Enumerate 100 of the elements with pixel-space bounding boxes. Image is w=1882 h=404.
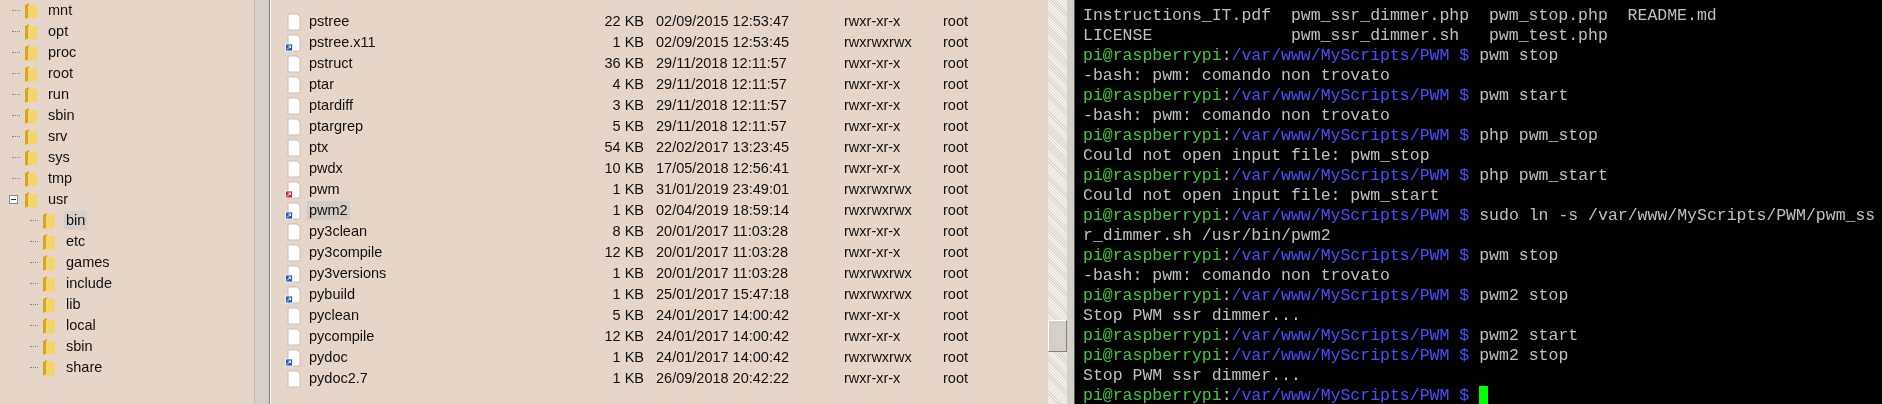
output-line: LICENSE pwm_ssr_dimmer.sh pwm_test.php <box>1083 26 1608 46</box>
command-text: pwm2 start <box>1479 326 1579 346</box>
file-owner: root <box>943 11 969 31</box>
file-name[interactable]: pydoc2.7 <box>307 369 370 388</box>
file-icon <box>285 12 302 31</box>
file-name[interactable]: pwm <box>307 180 342 199</box>
prompt-separator: : <box>1221 166 1232 186</box>
output-line: Could not open input file: pwm_stop <box>1083 146 1430 166</box>
file-name[interactable]: ptx <box>307 138 331 157</box>
panel-splitter[interactable] <box>255 0 270 404</box>
tree-item[interactable]: lib <box>64 295 83 314</box>
tree-item[interactable]: opt <box>46 22 71 41</box>
tree-item[interactable]: proc <box>46 43 79 62</box>
file-owner: root <box>943 284 969 304</box>
file-name[interactable]: py3versions <box>307 264 389 283</box>
file-permissions: rwxrwxrwx <box>844 200 913 220</box>
file-owner: root <box>943 242 969 262</box>
folder-icon <box>24 106 38 125</box>
file-name[interactable]: py3clean <box>307 222 370 241</box>
file-owner: root <box>943 53 969 73</box>
tree-item[interactable]: sys <box>46 148 72 167</box>
file-modified: 20/01/2017 11:03:28 <box>656 221 789 241</box>
prompt-user: pi@raspberrypi <box>1083 386 1222 404</box>
file-icon <box>285 327 302 346</box>
output-line: Stop PWM ssr dimmer... <box>1083 366 1301 386</box>
file-modified: 31/01/2019 23:49:01 <box>656 179 791 199</box>
file-permissions: rwxr-xr-x <box>844 221 902 241</box>
file-name[interactable]: pybuild <box>307 285 357 304</box>
command-text: pwm stop <box>1479 246 1559 266</box>
tree-item[interactable]: local <box>64 316 98 335</box>
file-modified: 22/02/2017 13:23:45 <box>656 137 791 157</box>
file-modified: 29/11/2018 12:11:57 <box>656 74 788 94</box>
file-name[interactable]: pwdx <box>307 159 345 178</box>
file-size: 54 KB <box>603 137 644 157</box>
file-size: 1 KB <box>611 179 644 199</box>
tree-item[interactable]: sbin <box>46 106 77 125</box>
folder-icon <box>42 253 56 272</box>
file-name[interactable]: py3compile <box>307 243 385 262</box>
file-name[interactable]: pyclean <box>307 306 361 325</box>
file-size: 4 KB <box>611 74 644 94</box>
prompt-separator: : <box>1221 286 1232 306</box>
file-name[interactable]: pstree <box>307 12 352 31</box>
tree-item[interactable]: run <box>46 85 71 104</box>
file-modified: 24/01/2017 14:00:42 <box>656 326 791 346</box>
tree-item[interactable]: usr <box>46 190 71 209</box>
prompt-separator: : <box>1221 86 1232 106</box>
prompt-path: /var/www/MyScripts/PWM $ <box>1231 246 1470 266</box>
tree-item[interactable]: sbin <box>64 337 95 356</box>
file-size: 1 KB <box>611 347 644 367</box>
file-modified: 20/01/2017 11:03:28 <box>656 242 789 262</box>
collapse-toggle[interactable] <box>9 195 18 204</box>
file-name[interactable]: pydoc <box>307 348 350 367</box>
command-text: sudo ln -s /var/www/MyScripts/PWM/pwm_ss <box>1479 206 1876 226</box>
tree-item[interactable]: games <box>64 253 112 272</box>
file-name[interactable]: ptargrep <box>307 117 365 136</box>
tree-item[interactable]: include <box>64 274 114 293</box>
output-line: Stop PWM ssr dimmer... <box>1083 306 1301 326</box>
file-size: 1 KB <box>611 200 644 220</box>
file-permissions: rwxr-xr-x <box>844 158 902 178</box>
file-modified: 29/11/2018 12:11:57 <box>656 95 788 115</box>
file-modified: 24/01/2017 14:00:42 <box>656 347 791 367</box>
tree-item[interactable]: bin <box>64 211 88 230</box>
file-permissions: rwxrwxrwx <box>844 263 913 283</box>
file-icon <box>285 96 302 115</box>
folder-icon <box>42 295 56 314</box>
folder-icon <box>42 316 56 335</box>
prompt-path: /var/www/MyScripts/PWM $ <box>1231 286 1470 306</box>
prompt-separator: : <box>1221 346 1232 366</box>
prompt-path: /var/www/MyScripts/PWM $ <box>1231 346 1470 366</box>
file-name[interactable]: pstruct <box>307 54 355 73</box>
scrollbar[interactable] <box>1048 0 1067 404</box>
prompt-path: /var/www/MyScripts/PWM $ <box>1231 46 1470 66</box>
prompt-user: pi@raspberrypi <box>1083 166 1222 186</box>
tree-item[interactable]: tmp <box>46 169 75 188</box>
file-owner: root <box>943 305 969 325</box>
tree-item[interactable]: share <box>64 358 105 377</box>
prompt-user: pi@raspberrypi <box>1083 46 1222 66</box>
file-permissions: rwxr-xr-x <box>844 326 902 346</box>
prompt-user: pi@raspberrypi <box>1083 86 1222 106</box>
shortcut-file-icon <box>285 348 302 367</box>
file-name[interactable]: ptardiff <box>307 96 356 115</box>
prompt-user: pi@raspberrypi <box>1083 126 1222 146</box>
folder-icon <box>42 274 56 293</box>
file-size: 10 KB <box>603 158 644 178</box>
output-line: -bash: pwm: comando non trovato <box>1083 106 1390 126</box>
command-text: pwm2 stop <box>1479 286 1569 306</box>
tree-item[interactable]: srv <box>46 127 70 146</box>
tree-item[interactable]: mnt <box>46 1 75 20</box>
tree-item[interactable]: etc <box>64 232 88 251</box>
file-name[interactable]: pycompile <box>307 327 377 346</box>
scrollbar-thumb[interactable] <box>1048 320 1067 352</box>
file-name[interactable]: ptar <box>307 75 336 94</box>
file-size: 5 KB <box>611 116 644 136</box>
file-name[interactable]: pwm2 <box>307 201 350 220</box>
folder-icon <box>24 85 38 104</box>
file-icon <box>285 369 302 388</box>
file-modified: 02/09/2015 12:53:45 <box>656 32 791 52</box>
file-name[interactable]: pstree.x11 <box>307 33 378 52</box>
tree-item[interactable]: root <box>46 64 75 83</box>
command-text: php pwm_stop <box>1479 126 1598 146</box>
